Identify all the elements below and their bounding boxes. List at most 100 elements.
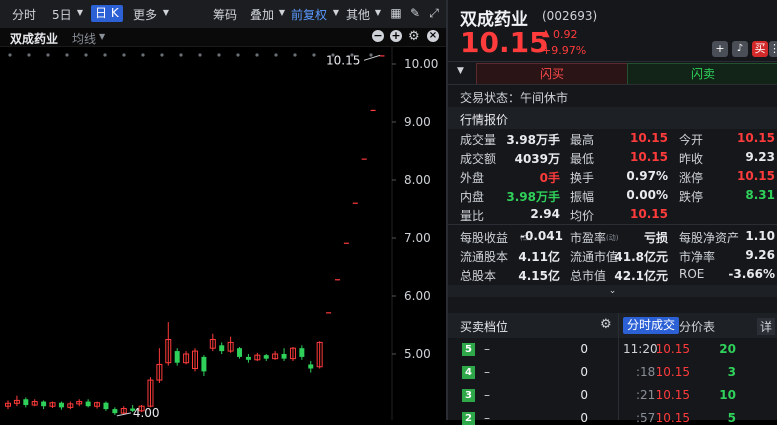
quote-value: 8.31 — [745, 188, 775, 202]
bid-level-badge: 2 — [462, 412, 475, 425]
candle-body — [379, 55, 385, 57]
chart-toolbar: 分时 5日 ▼ 日 K 更多 ▼ 筹码 叠加 ▼ 前复权 ▼ 其他 ▼ ▦ ✎ … — [0, 0, 447, 29]
fund-label: 市净率 — [679, 250, 716, 264]
fund-value: -0.041 — [520, 229, 563, 243]
settings-gear-icon[interactable]: ⚙ — [600, 317, 612, 332]
candle-body — [201, 356, 207, 372]
expand-chevron-icon[interactable]: ⌄ — [448, 285, 777, 297]
top-dot-marker — [8, 53, 12, 57]
bid-price: – — [484, 411, 490, 425]
more-actions-icon[interactable]: ⋮ — [769, 41, 777, 57]
zoom-out-icon[interactable]: − — [372, 30, 384, 42]
quote-label: 内盘 — [460, 190, 485, 204]
chevron-down-icon[interactable]: ▼ — [276, 7, 288, 19]
draw-pen-icon[interactable]: ✎ — [409, 7, 421, 19]
alert-bell-icon[interactable]: ♪ — [732, 41, 748, 57]
quote-value: 10.15 — [737, 131, 775, 145]
chips-button[interactable]: 筹码 — [213, 6, 237, 23]
quote-value: 0.00% — [626, 188, 668, 202]
kline-chart[interactable]: 5.00 6.00 7.00 8.00 9.00 10.00 10.15 4.00 — [0, 47, 446, 420]
tab-timeshare-trades[interactable]: 分时成交 — [623, 317, 680, 334]
chevron-down-icon[interactable]: ▼ — [74, 7, 86, 19]
quote-value: 10.15 — [630, 207, 668, 221]
bid-price: – — [484, 365, 490, 379]
fund-value: 41.8亿元 — [614, 250, 668, 264]
chevron-down-icon[interactable]: ▼ — [160, 7, 172, 19]
add-watchlist-icon[interactable]: + — [712, 41, 728, 57]
quote-label: 成交量 — [460, 133, 497, 147]
top-dot-marker — [46, 53, 50, 57]
zoom-in-icon[interactable]: + — [390, 30, 402, 42]
bid-level-badge: 4 — [462, 366, 475, 379]
quote-value: 3.98万手 — [506, 133, 560, 147]
quote-value: 10.15 — [737, 169, 775, 183]
candle-body — [370, 109, 376, 112]
indicator-stock-name: 双成药业 — [10, 32, 59, 46]
y-tick-label: 8.00 — [404, 173, 431, 187]
top-dot-marker — [236, 53, 240, 57]
fund-value: 亏损 — [643, 231, 668, 245]
y-tick-label: 6.00 — [404, 289, 431, 303]
candle-body — [58, 402, 64, 408]
y-tick-label: 5.00 — [404, 347, 431, 361]
top-dot-marker — [84, 53, 88, 57]
fund-value: 4.15亿 — [518, 269, 560, 283]
candle-body — [85, 401, 91, 407]
tab-daily-k[interactable]: 日 K — [91, 5, 123, 22]
price-change-pct: +9.97% — [542, 44, 587, 57]
top-dot-marker — [198, 53, 202, 57]
top-dot-marker — [274, 53, 278, 57]
fund-value: -3.66% — [728, 267, 775, 281]
quote-value: 9.23 — [745, 150, 775, 164]
fund-label: 总市值 — [570, 269, 607, 283]
overlay-button[interactable]: 叠加 — [250, 6, 274, 23]
quote-label: 成交额 — [460, 152, 497, 166]
flash-buy-button[interactable]: 闪买 — [476, 63, 628, 85]
candle-body — [361, 158, 367, 160]
flash-sell-button[interactable]: 闪卖 — [627, 63, 777, 85]
collapse-icon[interactable]: ▼ — [457, 66, 464, 76]
candle-body — [41, 401, 47, 407]
tick-volume: 20 — [719, 342, 736, 356]
top-dot-marker — [160, 53, 164, 57]
chevron-down-icon[interactable]: ▼ — [330, 7, 342, 19]
grid-icon[interactable]: ▦ — [390, 7, 402, 19]
bid-price: – — [484, 342, 490, 356]
candle-body — [237, 348, 243, 357]
ticks-header: 分时成交 分价表 详 — [619, 313, 777, 338]
ma-dropdown[interactable]: 均线 — [72, 30, 96, 47]
tab-timeshare[interactable]: 分时 — [12, 6, 36, 23]
divider — [448, 84, 777, 85]
fund-value: 4.11亿 — [518, 250, 560, 264]
top-dot-marker — [141, 53, 145, 57]
candle-body — [343, 242, 349, 244]
quote-label: 振幅 — [570, 190, 595, 204]
chevron-down-icon[interactable]: ▼ — [99, 32, 105, 41]
tab-more[interactable]: 更多 — [133, 6, 157, 23]
up-arrow-icon: ▲ — [542, 28, 550, 39]
quote-label: 跌停 — [679, 190, 704, 204]
tab-detail[interactable]: 详 — [757, 318, 776, 335]
candle-body — [334, 279, 340, 281]
fund-label: 流通股本 — [460, 250, 509, 264]
chevron-down-icon[interactable]: ▼ — [372, 7, 384, 19]
bid-price: – — [484, 388, 490, 402]
divider — [448, 224, 777, 225]
buy-quick-icon[interactable]: 买 — [752, 41, 768, 57]
settings-gear-icon[interactable]: ⚙ — [408, 29, 420, 44]
candle-body — [219, 345, 225, 352]
candle-body — [299, 348, 305, 357]
tick-volume: 10 — [719, 388, 736, 402]
fullscreen-icon[interactable]: ⤢ — [428, 7, 440, 19]
other-button[interactable]: 其他 — [346, 6, 370, 23]
quote-label: 量比 — [460, 209, 485, 223]
close-icon[interactable]: × — [427, 30, 439, 42]
high-price-label: 10.15 — [326, 53, 360, 67]
top-dot-marker — [369, 53, 373, 57]
tab-5day[interactable]: 5日 — [52, 6, 72, 23]
fund-value: 9.26 — [745, 248, 775, 262]
kline-panel: 分时 5日 ▼ 日 K 更多 ▼ 筹码 叠加 ▼ 前复权 ▼ 其他 ▼ ▦ ✎ … — [0, 0, 447, 420]
tab-price-table[interactable]: 分价表 — [679, 318, 715, 335]
forward-adjust-button[interactable]: 前复权 — [291, 6, 327, 23]
quote-label: 外盘 — [460, 171, 485, 185]
